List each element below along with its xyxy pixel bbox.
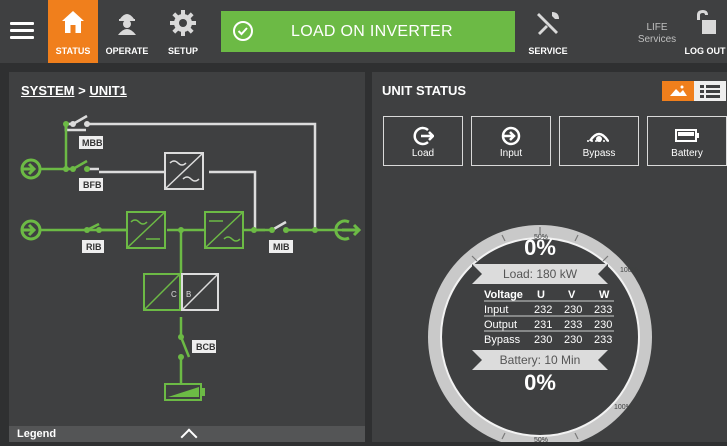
scale-100-top: 100%	[620, 267, 638, 274]
legend-bar[interactable]: Legend	[9, 426, 365, 446]
row-output-u: 231	[534, 319, 552, 331]
wrench-icon	[537, 12, 559, 35]
input-source-icon	[20, 158, 42, 241]
legend-label: Legend	[17, 428, 57, 440]
scale-50-bottom: 50%	[534, 437, 548, 442]
voltage-header-w: W	[599, 289, 610, 301]
nav-status-button[interactable]: STATUS	[48, 0, 98, 63]
booster-label: B	[186, 290, 191, 299]
mbb-label: MBB	[82, 138, 103, 148]
life-label-line2: Services	[637, 34, 677, 45]
nav-operate-button[interactable]: OPERATE	[102, 0, 152, 63]
check-icon	[233, 21, 253, 41]
battery-percent: 0%	[524, 370, 556, 395]
nav-logout-label: LOG OUT	[684, 46, 726, 56]
home-icon	[62, 11, 84, 33]
life-label-line1: LIFE	[646, 22, 668, 33]
row-output-name: Output	[484, 319, 517, 331]
row-output-v: 233	[564, 319, 582, 331]
status-banner-text: LOAD ON INVERTER	[291, 23, 453, 40]
load-value: Load: 180 kW	[503, 267, 578, 281]
row-input-name: Input	[484, 304, 508, 316]
nav-setup-label: SETUP	[167, 46, 198, 56]
lock-icon	[697, 10, 716, 34]
row-output-w: 230	[594, 319, 612, 331]
panel-divider	[365, 72, 372, 442]
system-diagram-panel: SYSTEM > UNIT1 C B MBB BFB RIB MIB BCB L…	[9, 72, 365, 446]
unit-gauge: 50% 50% 100% 100% 0% Load: 180 kW Voltag…	[428, 225, 652, 442]
row-bypass-u: 230	[534, 334, 552, 346]
unit-status-panel: UNIT STATUS Load Input Bypass Battery 50…	[372, 72, 727, 442]
load-percent: 0%	[524, 235, 556, 260]
mib-label: MIB	[273, 242, 290, 252]
bcb-label: BCB	[196, 342, 216, 352]
bfb-label: BFB	[83, 180, 102, 190]
top-bar: STATUS OPERATE SETUP LOAD ON INVERTER SE…	[0, 0, 727, 63]
row-input-u: 232	[534, 304, 552, 316]
voltage-header-v: V	[568, 289, 576, 301]
charger-label: C	[171, 290, 177, 299]
nav-logout-button[interactable]: LOG OUT	[680, 0, 727, 63]
status-banner: LOAD ON INVERTER	[221, 11, 515, 52]
battery-runtime: Battery: 10 Min	[500, 353, 581, 367]
row-bypass-v: 230	[564, 334, 582, 346]
menu-icon[interactable]	[8, 18, 36, 46]
nav-setup-button[interactable]: SETUP	[156, 0, 210, 63]
one-line-diagram: C B MBB BFB RIB MIB BCB	[20, 114, 362, 401]
voltage-header-u: U	[537, 289, 545, 301]
nav-status-label: STATUS	[55, 46, 91, 56]
nav-operate-label: OPERATE	[105, 46, 149, 56]
life-services-link[interactable]: LIFE Services	[632, 22, 682, 46]
chevron-up-icon[interactable]	[180, 428, 198, 446]
rib-label: RIB	[86, 242, 102, 252]
row-bypass-w: 233	[594, 334, 612, 346]
operator-icon	[118, 14, 136, 35]
nav-service-label: SERVICE	[528, 46, 568, 56]
row-input-w: 233	[594, 304, 612, 316]
nav-service-button[interactable]: SERVICE	[523, 0, 573, 63]
gear-icon	[170, 10, 196, 36]
scale-100-bottom: 100%	[614, 404, 632, 411]
row-input-v: 230	[564, 304, 582, 316]
voltage-header: Voltage	[484, 289, 523, 301]
row-bypass-name: Bypass	[484, 334, 521, 346]
